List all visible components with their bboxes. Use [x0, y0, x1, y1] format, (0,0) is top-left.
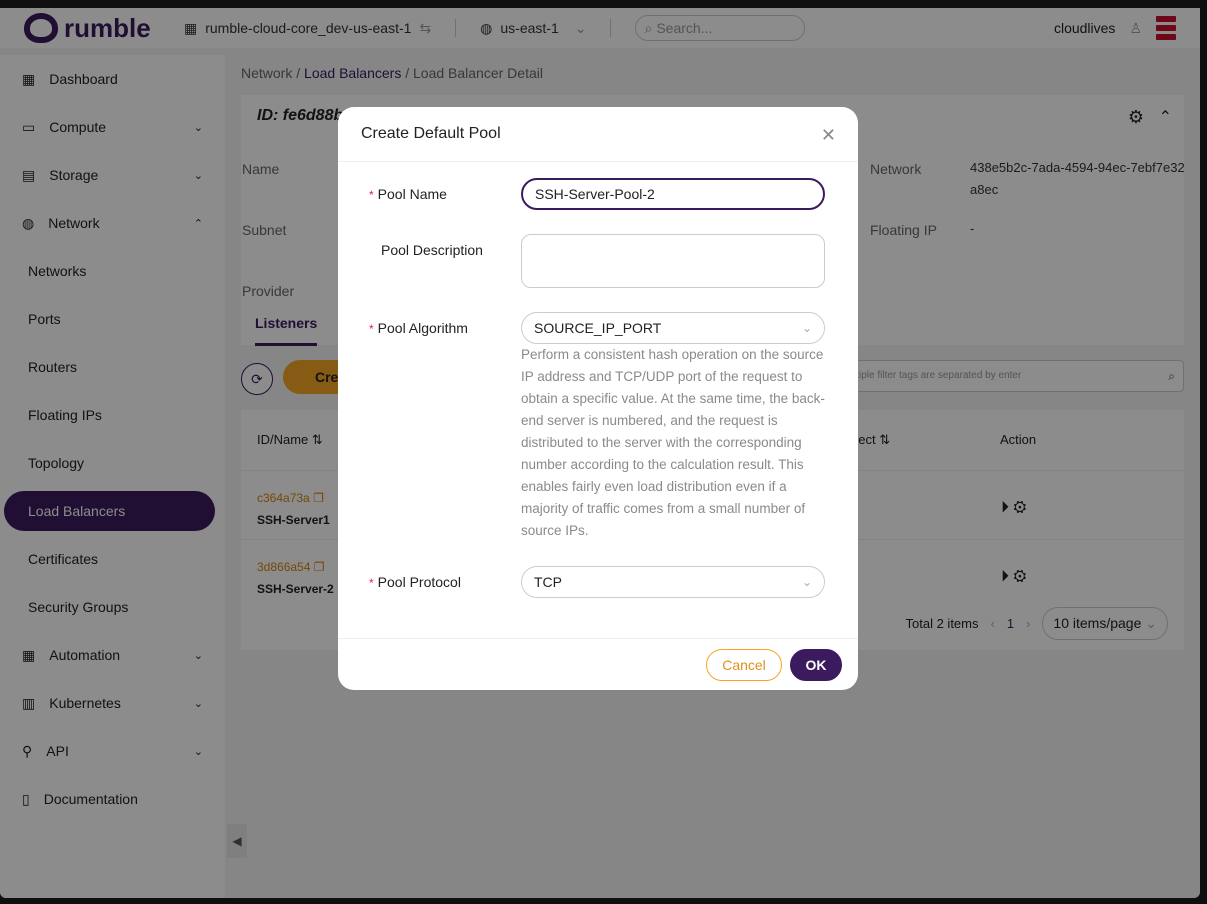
dialog-title: Create Default Pool	[338, 107, 858, 162]
pool-protocol-select[interactable]: TCP ⌄	[521, 566, 825, 598]
chevron-down-icon: ⌄	[801, 575, 812, 589]
pool-description-label: Pool Description	[381, 242, 483, 258]
ok-button[interactable]: OK	[790, 649, 842, 681]
pool-algorithm-help: Perform a consistent hash operation on t…	[521, 347, 825, 538]
pool-description-textarea[interactable]	[521, 234, 825, 288]
pool-name-label: * Pool Name	[369, 186, 447, 202]
create-default-pool-dialog: Create Default Pool ✕ * Pool Name SSH-Ser…	[338, 107, 858, 690]
pool-algorithm-select[interactable]: SOURCE_IP_PORT ⌄	[521, 312, 825, 344]
cancel-button[interactable]: Cancel	[706, 649, 782, 681]
pool-protocol-label: * Pool Protocol	[369, 574, 461, 590]
pool-name-input[interactable]: SSH-Server-Pool-2	[521, 178, 825, 210]
dialog-footer: Cancel OK	[338, 638, 858, 690]
chevron-down-icon: ⌄	[801, 321, 812, 335]
pool-algorithm-label: * Pool Algorithm	[369, 320, 468, 336]
close-icon[interactable]: ✕	[821, 125, 836, 146]
